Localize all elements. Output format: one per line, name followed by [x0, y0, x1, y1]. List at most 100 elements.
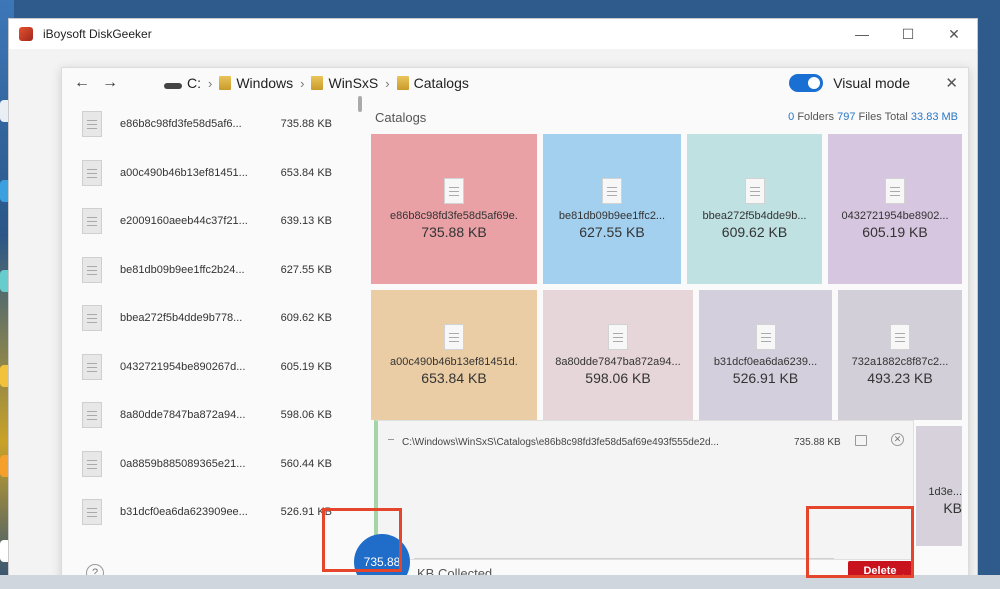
forward-button[interactable]: →	[96, 74, 124, 92]
file-size: 735.88 KB	[280, 118, 332, 131]
list-scrollbar[interactable]	[358, 96, 362, 112]
file-size: 605.19 KB	[280, 360, 332, 373]
tile-size: 735.88 KB	[421, 224, 487, 240]
app-title: iBoysoft DiskGeeker	[43, 27, 152, 41]
file-icon	[444, 178, 464, 204]
highlight-collected	[322, 508, 402, 572]
dash-icon	[388, 439, 394, 440]
folders-count: 0	[788, 111, 795, 123]
file-name: a00c490b46b13ef81451...	[120, 166, 248, 179]
file-icon	[82, 402, 102, 429]
file-size: 560.44 KB	[280, 457, 332, 470]
file-icon	[82, 499, 102, 526]
file-size: 598.06 KB	[280, 409, 332, 422]
breadcrumb-winsxs[interactable]: WinSxS	[311, 75, 378, 91]
highlight-delete	[806, 506, 914, 578]
file-list: e86b8c98fd3fe58d5af6... 735.88 KB a00c490…	[82, 100, 352, 540]
tile-name: a00c490b46b13ef81451d...	[390, 356, 518, 368]
list-item[interactable]: a00c490b46b13ef81451... 653.84 KB	[82, 149, 352, 198]
files-label: Files	[858, 111, 882, 123]
breadcrumb-windows[interactable]: Windows	[219, 75, 293, 91]
file-name: 8a80dde7847ba872a94...	[120, 409, 246, 422]
close-dialog-button[interactable]: ✕	[945, 74, 958, 92]
file-icon	[890, 324, 910, 350]
file-icon	[82, 159, 102, 186]
file-tile[interactable]: 8a80dde7847ba872a94... 598.06 KB	[543, 290, 693, 420]
folder-icon	[219, 76, 232, 90]
tile-size: 609.62 KB	[721, 224, 788, 240]
file-name: e2009160aeeb44c37f21...	[120, 215, 248, 228]
minimize-button[interactable]: —	[839, 19, 885, 49]
list-item[interactable]: 8a80dde7847ba872a94... 598.06 KB	[82, 391, 352, 440]
file-tile[interactable]: 732a1882c8f87c2... 493.23 KB	[838, 290, 962, 420]
visual-mode-switch[interactable]: Visual mode	[789, 74, 910, 92]
folder-icon	[311, 76, 324, 90]
files-count: 797	[837, 111, 856, 123]
file-size: 639.13 KB	[280, 215, 332, 228]
file-name: bbea272f5b4dde9b778...	[120, 312, 243, 325]
total-value: 33.83 MB	[910, 111, 958, 123]
file-icon	[82, 305, 102, 332]
tile-name: 1d3e...	[928, 486, 962, 498]
maximize-button[interactable]: ☐	[885, 19, 931, 49]
file-icon	[82, 111, 102, 138]
list-item[interactable]: b31dcf0ea6da623909ee... 526.91 KB	[82, 488, 352, 537]
tile-size: KB	[943, 500, 962, 516]
file-icon	[744, 178, 765, 204]
panel-title: Catalogs	[375, 110, 427, 125]
back-button[interactable]: ←	[68, 74, 96, 92]
file-name: be81db09b9ee1ffc2b24...	[120, 263, 245, 276]
file-icon	[82, 208, 102, 235]
file-tile[interactable]: bbea272f5b4dde9b... 609.62 KB	[687, 134, 822, 284]
file-name: 0432721954be890267d...	[120, 360, 246, 373]
list-item[interactable]: 0a8859b885089365e21... 560.44 KB	[82, 440, 352, 489]
file-path: C:\Windows\WinSxS\Catalogs\e86b8c98fd3fe…	[402, 437, 719, 448]
file-icon	[82, 450, 102, 477]
file-name: b31dcf0ea6da623909ee...	[120, 506, 248, 519]
list-item[interactable]: be81db09b9ee1ffc2b24... 627.55 KB	[82, 246, 352, 295]
folders-label: Folders	[797, 111, 835, 123]
tile-name: bbea272f5b4dde9b...	[702, 210, 807, 222]
breadcrumb-catalogs[interactable]: Catalogs	[396, 75, 469, 91]
divider	[414, 558, 834, 559]
folder-stats: 0 Folders 797 Files Total 33.83 MB	[788, 111, 958, 123]
toolbar: ← → C: › Windows › WinSxS › Catalogs Vis…	[62, 68, 968, 98]
folder-icon	[396, 76, 409, 90]
file-icon	[602, 178, 622, 204]
file-icon	[82, 256, 102, 283]
visual-mode-label: Visual mode	[833, 75, 910, 91]
open-folder-icon[interactable]	[855, 435, 867, 446]
breadcrumb-label: Windows	[236, 75, 294, 91]
tile-name: 8a80dde7847ba872a94...	[555, 356, 681, 368]
chevron-right-icon: ›	[208, 75, 213, 91]
visual-mode-toggle[interactable]	[789, 74, 824, 92]
file-tile[interactable]: b31dcf0ea6da6239... 526.91 KB	[699, 290, 832, 420]
file-name: e86b8c98fd3fe58d5af6...	[120, 118, 242, 131]
file-icon	[885, 178, 905, 204]
list-item[interactable]: 0432721954be890267d... 605.19 KB	[82, 343, 352, 392]
chevron-right-icon: ›	[300, 75, 305, 91]
breadcrumb: C: › Windows › WinSxS › Catalogs	[164, 75, 469, 91]
close-window-button[interactable]: ✕	[931, 19, 977, 49]
file-size: 735.88 KB	[794, 437, 841, 448]
tile-size: 653.84 KB	[421, 370, 487, 386]
total-label: Total	[884, 111, 908, 123]
tile-name: 0432721954be8902...	[841, 210, 949, 222]
chevron-right-icon: ›	[385, 75, 390, 91]
file-size: 627.55 KB	[280, 263, 332, 276]
file-tile[interactable]: e86b8c98fd3fe58d5af69e... 735.88 KB	[371, 134, 537, 284]
list-item[interactable]: e86b8c98fd3fe58d5af6... 735.88 KB	[82, 100, 352, 149]
file-tile[interactable]: be81db09b9ee1ffc2... 627.55 KB	[543, 134, 681, 284]
tile-size: 605.19 KB	[862, 224, 928, 240]
file-tile[interactable]: 0432721954be8902... 605.19 KB	[828, 134, 962, 284]
app-logo-icon	[19, 27, 33, 41]
file-tile[interactable]: a00c490b46b13ef81451d... 653.84 KB	[371, 290, 537, 420]
breadcrumb-label: Catalogs	[413, 75, 469, 91]
file-icon	[444, 324, 464, 350]
drive-icon	[164, 83, 182, 89]
breadcrumb-drive[interactable]: C:	[164, 75, 201, 91]
remove-circle-icon[interactable]: ✕	[891, 433, 904, 446]
list-item[interactable]: bbea272f5b4dde9b778... 609.62 KB	[82, 294, 352, 343]
file-tile[interactable]: 1d3e... KB	[916, 426, 962, 546]
list-item[interactable]: e2009160aeeb44c37f21... 639.13 KB	[82, 197, 352, 246]
